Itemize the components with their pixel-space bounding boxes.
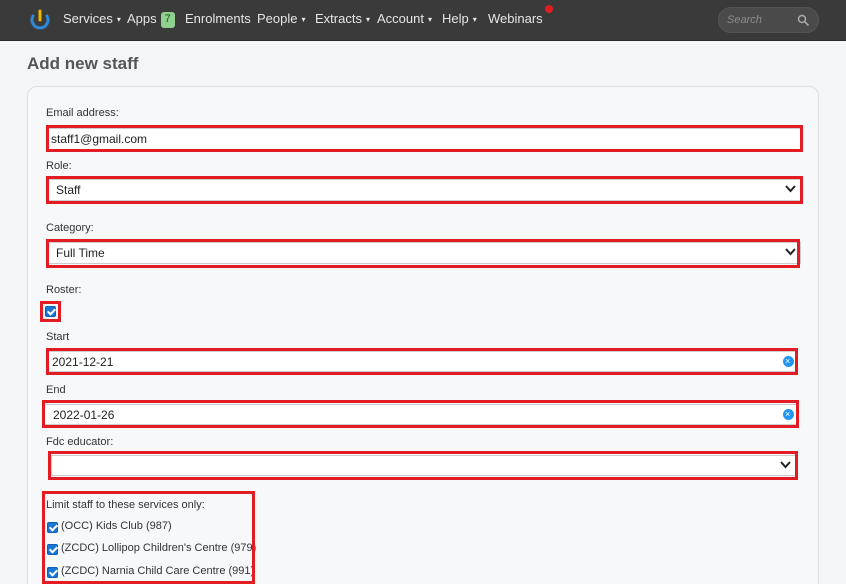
- end-label: End: [46, 384, 66, 396]
- end-date-value: 2022-01-26: [53, 408, 115, 422]
- services-label: Limit staff to these services only:: [46, 499, 205, 511]
- roster-label: Roster:: [46, 284, 82, 296]
- nav-webinars[interactable]: Webinars: [488, 0, 543, 40]
- role-select-value: Staff: [56, 183, 81, 197]
- chevron-down-icon: [785, 248, 796, 256]
- role-select[interactable]: Staff: [46, 179, 801, 201]
- category-label: Category:: [46, 222, 94, 234]
- email-field[interactable]: staff1@gmail.com: [46, 128, 801, 150]
- category-select[interactable]: Full Time: [46, 242, 801, 264]
- nav-apps[interactable]: Apps 7: [127, 0, 175, 40]
- fdc-educator-label: Fdc educator:: [46, 436, 114, 448]
- search-icon[interactable]: [797, 14, 809, 26]
- chevron-down-icon: [780, 461, 791, 469]
- service-checkbox-kids-club[interactable]: [47, 522, 58, 533]
- nav-extracts[interactable]: Extracts ▾: [315, 0, 370, 40]
- chevron-down-icon: ▾: [472, 15, 477, 24]
- service-checkbox-narnia[interactable]: [47, 567, 58, 578]
- start-date-value: 2021-12-21: [52, 355, 114, 369]
- notification-dot-icon: [545, 5, 553, 13]
- chevron-down-icon: ▾: [365, 15, 370, 24]
- service-label-lollipop: (ZCDC) Lollipop Children's Centre (979): [61, 542, 257, 554]
- top-navbar: Services ▾ Apps 7 Enrolments People ▾ Extra…: [0, 0, 846, 41]
- category-select-value: Full Time: [56, 246, 105, 260]
- chevron-down-icon: ▾: [301, 15, 306, 24]
- start-label: Start: [46, 331, 70, 343]
- service-checkbox-lollipop[interactable]: [47, 544, 58, 555]
- app-logo-icon[interactable]: [29, 8, 51, 30]
- nav-services[interactable]: Services ▾: [63, 0, 121, 40]
- nav-account[interactable]: Account ▾: [377, 0, 432, 40]
- page-title: Add new staff: [27, 54, 139, 73]
- service-label-narnia: (ZCDC) Narnia Child Care Centre (991): [61, 565, 255, 577]
- email-label: Email address:: [46, 107, 119, 119]
- role-label: Role:: [46, 160, 72, 172]
- fdc-educator-select[interactable]: [51, 455, 796, 476]
- nav-enrolments[interactable]: Enrolments: [185, 0, 251, 40]
- chevron-down-icon: ▾: [116, 15, 121, 24]
- search-box: [718, 7, 819, 33]
- service-label-kids-club: (OCC) Kids Club (987): [61, 520, 172, 532]
- nav-people[interactable]: People ▾: [257, 0, 306, 40]
- search-input[interactable]: [727, 8, 797, 32]
- chevron-down-icon: ▾: [427, 15, 432, 24]
- chevron-down-icon: [785, 185, 796, 193]
- end-date-field[interactable]: 2022-01-26: [43, 404, 797, 425]
- apps-count-badge: 7: [160, 12, 175, 28]
- clear-date-icon[interactable]: [783, 351, 794, 371]
- clear-date-icon[interactable]: [783, 404, 794, 424]
- roster-checkbox[interactable]: [45, 306, 56, 317]
- nav-help[interactable]: Help ▾: [442, 0, 477, 40]
- start-date-field[interactable]: 2021-12-21: [46, 351, 797, 372]
